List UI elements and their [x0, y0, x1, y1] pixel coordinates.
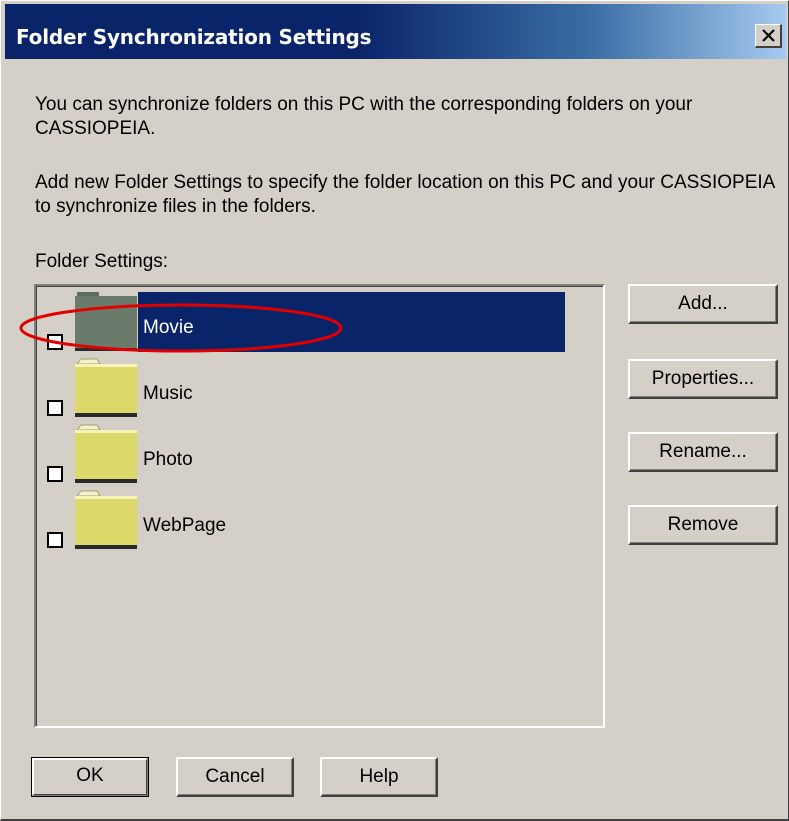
checkbox-music[interactable]: [47, 400, 63, 416]
folder-icon: [75, 358, 137, 417]
checkbox-photo[interactable]: [47, 466, 63, 482]
add-button[interactable]: Add...: [628, 284, 778, 324]
remove-button[interactable]: Remove: [628, 505, 778, 545]
rename-button[interactable]: Rename...: [628, 432, 778, 472]
description-line-2: Add new Folder Settings to specify the f…: [35, 172, 775, 217]
close-icon: [762, 29, 775, 42]
list-item[interactable]: Photo: [37, 419, 603, 485]
list-item[interactable]: WebPage: [37, 485, 603, 551]
title-bar[interactable]: Folder Synchronization Settings: [5, 4, 786, 59]
folder-sync-dialog: Folder Synchronization Settings You can …: [0, 0, 789, 821]
folder-icon: [75, 490, 137, 549]
cancel-button[interactable]: Cancel: [176, 757, 294, 797]
folder-icon: [75, 424, 137, 483]
ok-button[interactable]: OK: [31, 757, 149, 797]
help-button[interactable]: Help: [320, 757, 438, 797]
folder-name-photo: Photo: [143, 449, 193, 470]
folder-settings-label: Folder Settings:: [35, 251, 169, 272]
checkbox-webpage[interactable]: [47, 532, 63, 548]
close-button[interactable]: [755, 24, 782, 48]
annotation-ellipse: [19, 303, 343, 353]
window-title: Folder Synchronization Settings: [16, 25, 372, 49]
list-item[interactable]: Music: [37, 353, 603, 419]
description-line-1: You can synchronize folders on this PC w…: [35, 94, 693, 139]
folder-name-webpage: WebPage: [143, 515, 227, 536]
properties-button[interactable]: Properties...: [628, 359, 778, 399]
folder-name-music: Music: [143, 383, 193, 404]
